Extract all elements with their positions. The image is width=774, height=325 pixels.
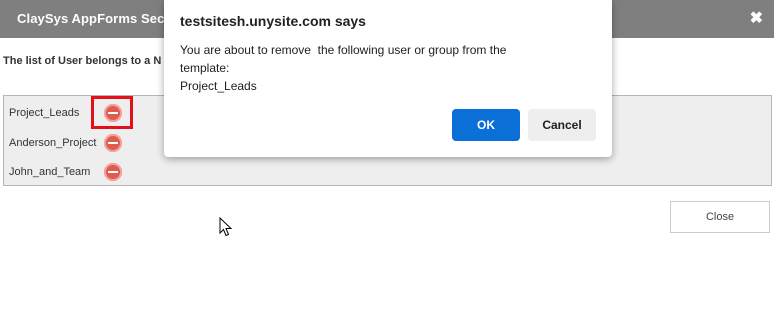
confirm-dialog: testsitesh.unysite.com says You are abou… — [164, 0, 612, 157]
window-title: ClaySys AppForms Secu — [17, 11, 173, 26]
user-name: John_and_Team — [9, 166, 91, 178]
list-item: John_and_Team — [9, 163, 209, 183]
cancel-button[interactable]: Cancel — [528, 109, 596, 141]
ok-button[interactable]: OK — [452, 109, 520, 141]
dialog-message: You are about to remove the following us… — [180, 43, 507, 93]
user-list-heading: The list of User belongs to a N — [3, 55, 162, 67]
remove-icon[interactable] — [104, 134, 122, 152]
window-close-icon[interactable]: ✖ — [750, 8, 763, 28]
close-button[interactable]: Close — [670, 201, 770, 233]
user-name: Project_Leads — [9, 107, 80, 119]
user-name: Anderson_Project — [9, 137, 97, 149]
mouse-pointer-icon — [219, 217, 233, 237]
dialog-title: testsitesh.unysite.com says — [180, 13, 366, 29]
highlight-annotation-box — [91, 96, 133, 129]
remove-icon[interactable] — [104, 163, 122, 181]
